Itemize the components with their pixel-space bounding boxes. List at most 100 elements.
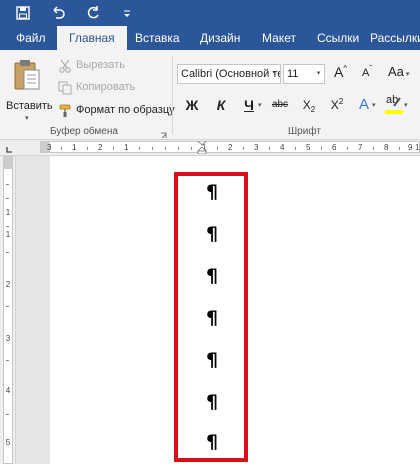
tab-file[interactable]: Файл — [16, 26, 46, 50]
customize-toolbar-icon[interactable] — [118, 4, 136, 22]
ruler-number: 3 — [47, 143, 52, 152]
ruler-tick — [6, 184, 9, 185]
ruler-number: 9 — [408, 143, 413, 152]
ruler-tick — [217, 147, 218, 150]
paste-dropdown-icon[interactable]: ▾ — [25, 114, 29, 122]
ruler-number: 2 — [228, 143, 233, 152]
paragraph-mark[interactable]: ¶ — [204, 390, 220, 414]
undo-icon[interactable] — [49, 4, 67, 22]
highlighter-pen-icon — [393, 97, 401, 107]
ruler-tick — [61, 147, 62, 150]
tab-mailings[interactable]: Рассылки — [370, 26, 420, 50]
ruler-tick — [295, 147, 296, 150]
grow-font-button[interactable]: A^ — [334, 64, 350, 84]
font-size-combo[interactable]: 11 ▾ — [283, 64, 325, 84]
ruler-tick — [399, 147, 400, 150]
text-effects-dropdown-icon[interactable]: ▾ — [372, 101, 376, 109]
font-size-value: 11 — [287, 68, 299, 80]
tab-selector-icon[interactable] — [4, 142, 14, 153]
indent-marker-icon[interactable] — [197, 141, 207, 154]
ruler-tick — [87, 147, 88, 150]
ruler-number: 1 — [5, 208, 11, 217]
font-name-dropdown-icon[interactable]: ▾ — [269, 65, 280, 83]
save-icon[interactable] — [14, 4, 32, 22]
highlight-dropdown-icon[interactable]: ▾ — [404, 101, 408, 109]
paragraph-mark[interactable]: ¶ — [204, 264, 220, 288]
copy-button[interactable]: Копировать — [58, 80, 166, 98]
ruler-number: 1 — [72, 143, 77, 152]
clipboard-launcher-icon[interactable] — [160, 127, 168, 139]
ruler-tick — [6, 360, 9, 361]
copy-label: Копировать — [76, 81, 136, 93]
tab-insert[interactable]: Вставка — [135, 26, 180, 50]
ruler-number: 4 — [280, 143, 285, 152]
clipboard-icon — [14, 60, 40, 90]
subscript-mark: 2 — [310, 105, 316, 114]
change-case-dropdown-icon[interactable]: ▾ — [404, 71, 410, 78]
group-divider — [172, 56, 173, 134]
font-name-combo[interactable]: Calibri (Основной тек ▾ — [177, 64, 281, 84]
cut-button[interactable]: Вырезать — [58, 58, 166, 76]
superscript-button[interactable]: X2 — [328, 94, 346, 116]
vertical-ruler[interactable]: 1 1 2 3 4 5 — [0, 156, 16, 464]
italic-button[interactable]: К — [213, 94, 229, 116]
grow-font-label: A — [334, 64, 344, 80]
ruler-number: 5 — [5, 438, 11, 447]
paragraph-mark[interactable]: ¶ — [204, 222, 220, 246]
paragraph-mark[interactable]: ¶ — [204, 180, 220, 204]
format-painter-icon — [59, 104, 71, 117]
ruler-tick — [6, 306, 9, 307]
ruler-tick — [178, 147, 179, 150]
paragraph-mark[interactable]: ¶ — [204, 430, 220, 454]
superscript-mark: 2 — [338, 97, 344, 106]
highlight-color-swatch — [385, 110, 403, 114]
subscript-label: X — [302, 98, 311, 112]
vertical-ruler-bar — [3, 156, 13, 464]
underline-button[interactable]: Ч — [241, 94, 257, 116]
grow-caret-icon: ^ — [343, 64, 348, 73]
shrink-font-button[interactable]: Aˇ — [362, 64, 378, 85]
paste-button[interactable]: Вставить ▾ — [6, 56, 53, 122]
font-group-label: Шрифт — [288, 126, 321, 137]
paragraph-mark[interactable]: ¶ — [204, 348, 220, 372]
redo-icon[interactable] — [84, 4, 102, 22]
underline-dropdown-icon[interactable]: ▾ — [258, 101, 262, 109]
ruler-tick — [113, 147, 114, 150]
paragraph-mark[interactable]: ¶ — [204, 306, 220, 330]
format-painter-button[interactable]: Формат по образцу — [58, 103, 175, 121]
font-size-dropdown-icon[interactable]: ▾ — [313, 65, 324, 83]
horizontal-ruler-row: 3 1 2 1 1 2 3 4 5 6 7 8 9 10 — [0, 140, 420, 156]
ruler-number: 7 — [358, 143, 363, 152]
ruler-number: 8 — [384, 143, 389, 152]
subscript-button[interactable]: X2 — [300, 94, 318, 116]
ruler-number: 2 — [5, 280, 11, 289]
ruler-tick — [6, 226, 9, 227]
tab-layout[interactable]: Макет — [262, 26, 296, 50]
bold-button[interactable]: Ж — [184, 94, 200, 116]
copy-icon — [58, 81, 72, 95]
ruler-margin-top — [4, 157, 12, 169]
text-effects-button[interactable]: A — [356, 94, 372, 116]
tab-home[interactable]: Главная — [57, 26, 127, 50]
change-case-button[interactable]: Aa ▾ — [388, 64, 418, 84]
ribbon-tabs: Файл Главная Вставка Дизайн Макет Ссылки… — [0, 26, 420, 50]
clipboard-group-label: Буфер обмена — [50, 126, 118, 137]
ruler-tick — [373, 147, 374, 150]
ruler-tick — [191, 147, 192, 150]
ruler-number: 6 — [332, 143, 337, 152]
ruler-tick — [139, 147, 140, 150]
tab-references[interactable]: Ссылки — [317, 26, 359, 50]
highlight-button[interactable]: ab ▾ — [384, 94, 410, 118]
superscript-label: X — [330, 98, 339, 112]
ruler-number: 10 — [415, 143, 420, 152]
ruler-number: 3 — [5, 334, 11, 343]
ruler-tick — [243, 147, 244, 150]
format-painter-label: Формат по образцу — [76, 104, 175, 116]
horizontal-ruler[interactable]: 3 1 2 1 1 2 3 4 5 6 7 8 9 10 — [40, 141, 420, 154]
shrink-caret-icon: ˇ — [369, 64, 373, 73]
ruler-number: 1 — [5, 230, 11, 239]
ruler-tick — [152, 147, 153, 150]
ruler-tick — [269, 147, 270, 150]
strikethrough-button[interactable]: abc — [270, 94, 290, 116]
tab-design[interactable]: Дизайн — [200, 26, 240, 50]
